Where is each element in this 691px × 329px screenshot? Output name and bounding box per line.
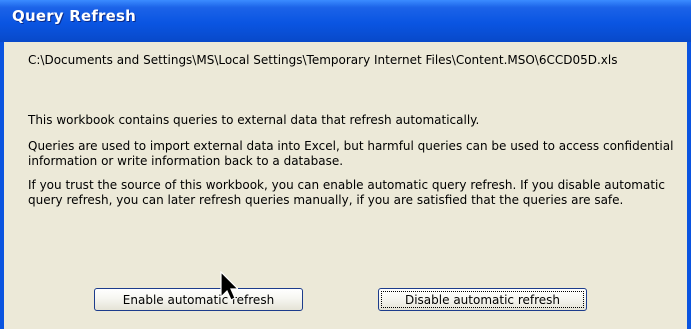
dialog-body: C:\Documents and Settings\MS\Local Setti… (4, 42, 687, 329)
mouse-pointer-icon (220, 271, 238, 301)
query-refresh-dialog: Query Refresh C:\Documents and Settings\… (0, 0, 691, 329)
enable-automatic-refresh-button[interactable]: Enable automatic refresh (94, 288, 303, 311)
enable-button-label: Enable automatic refresh (98, 292, 299, 307)
disable-button-label: Disable automatic refresh (381, 291, 584, 308)
title-bar[interactable]: Query Refresh (0, 0, 691, 42)
disable-button-text: Disable automatic refresh (404, 292, 560, 307)
message-external-data: This workbook contains queries to extern… (28, 113, 480, 127)
enable-button-text: Enable automatic refresh (122, 292, 275, 307)
window-title: Query Refresh (12, 7, 137, 25)
message-harmful-queries: Queries are used to import external data… (28, 139, 674, 168)
file-path: C:\Documents and Settings\MS\Local Setti… (28, 53, 618, 67)
disable-automatic-refresh-button[interactable]: Disable automatic refresh (378, 288, 587, 311)
message-trust-source: If you trust the source of this workbook… (28, 178, 665, 207)
